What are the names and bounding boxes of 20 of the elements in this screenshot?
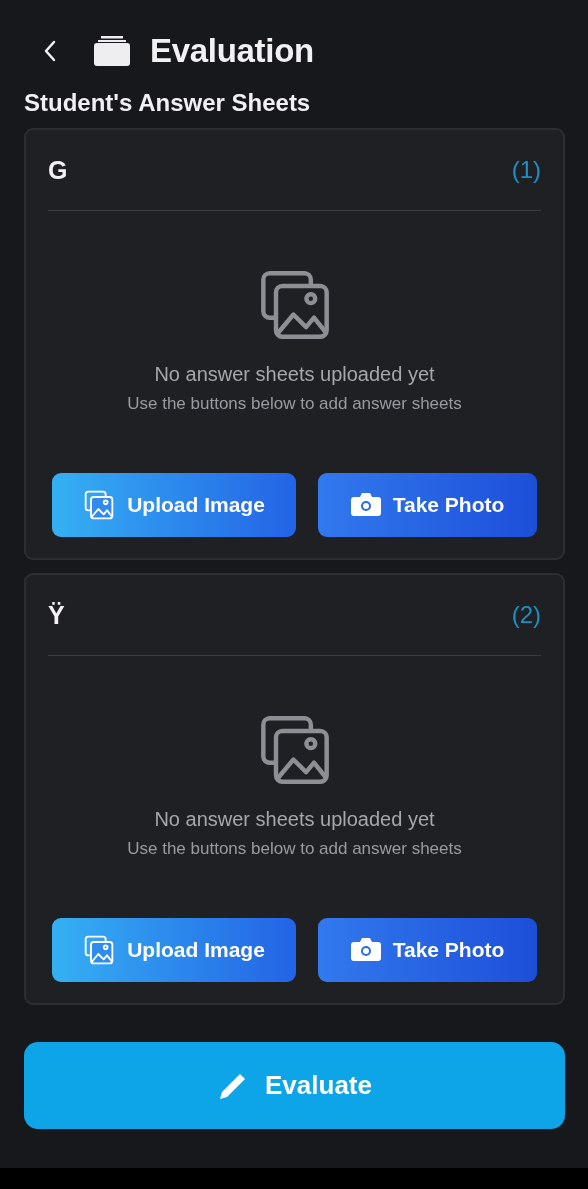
- evaluate-button[interactable]: Evaluate: [24, 1042, 565, 1129]
- student-index: (2): [511, 601, 541, 629]
- upload-image-button[interactable]: Upload Image: [52, 473, 296, 537]
- gallery-icon: [83, 934, 116, 966]
- take-photo-button[interactable]: Take Photo: [318, 473, 537, 537]
- gallery-icon: [83, 489, 116, 521]
- take-photo-button[interactable]: Take Photo: [318, 918, 537, 982]
- camera-icon: [350, 937, 381, 963]
- student-name: Ÿ: [48, 600, 65, 630]
- section-title: Student's Answer Sheets: [24, 88, 312, 118]
- student-index: (1): [511, 156, 541, 184]
- student-name: G: [48, 155, 68, 185]
- empty-hint: Use the buttons below to add answer sheets: [127, 839, 462, 859]
- empty-hint: Use the buttons below to add answer sheets: [127, 394, 462, 414]
- empty-title: No answer sheets uploaded yet: [154, 808, 435, 831]
- upload-image-button[interactable]: Upload Image: [52, 918, 296, 982]
- folder-stack-icon: [94, 36, 130, 66]
- camera-icon: [350, 492, 381, 518]
- page-title: Evaluation: [150, 32, 314, 70]
- empty-title: No answer sheets uploaded yet: [154, 363, 435, 386]
